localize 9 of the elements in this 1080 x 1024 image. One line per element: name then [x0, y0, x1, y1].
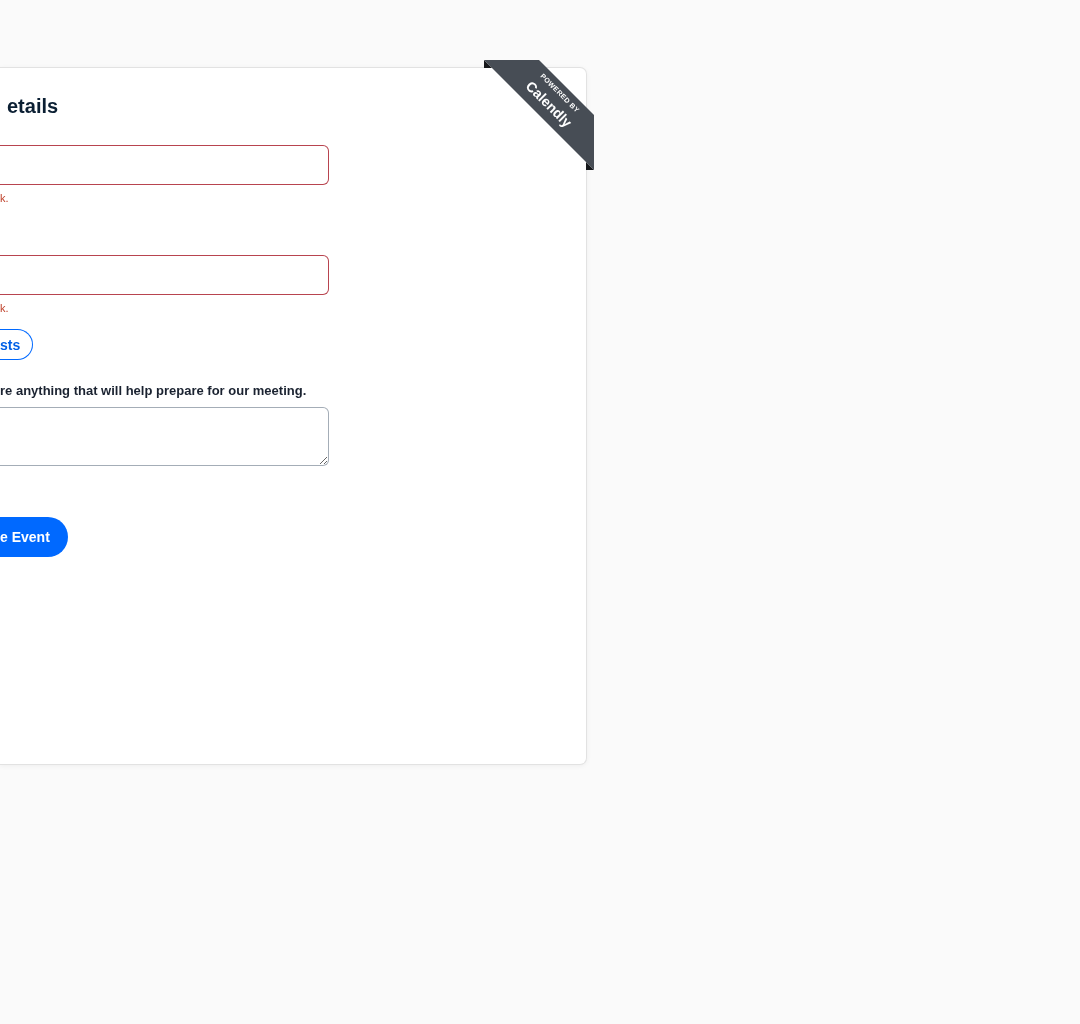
secondary-button[interactable]: sts — [0, 329, 34, 360]
error-message: k. — [0, 302, 9, 315]
error-message: k. — [0, 192, 9, 205]
text-input[interactable] — [0, 255, 329, 295]
field-label: re anything that will help prepare for our meeting. — [0, 383, 307, 399]
submit-button[interactable]: e Event — [0, 517, 68, 557]
text-input[interactable] — [0, 145, 329, 185]
section-heading: etails — [7, 94, 59, 118]
ribbon-badge[interactable] — [484, 60, 594, 170]
